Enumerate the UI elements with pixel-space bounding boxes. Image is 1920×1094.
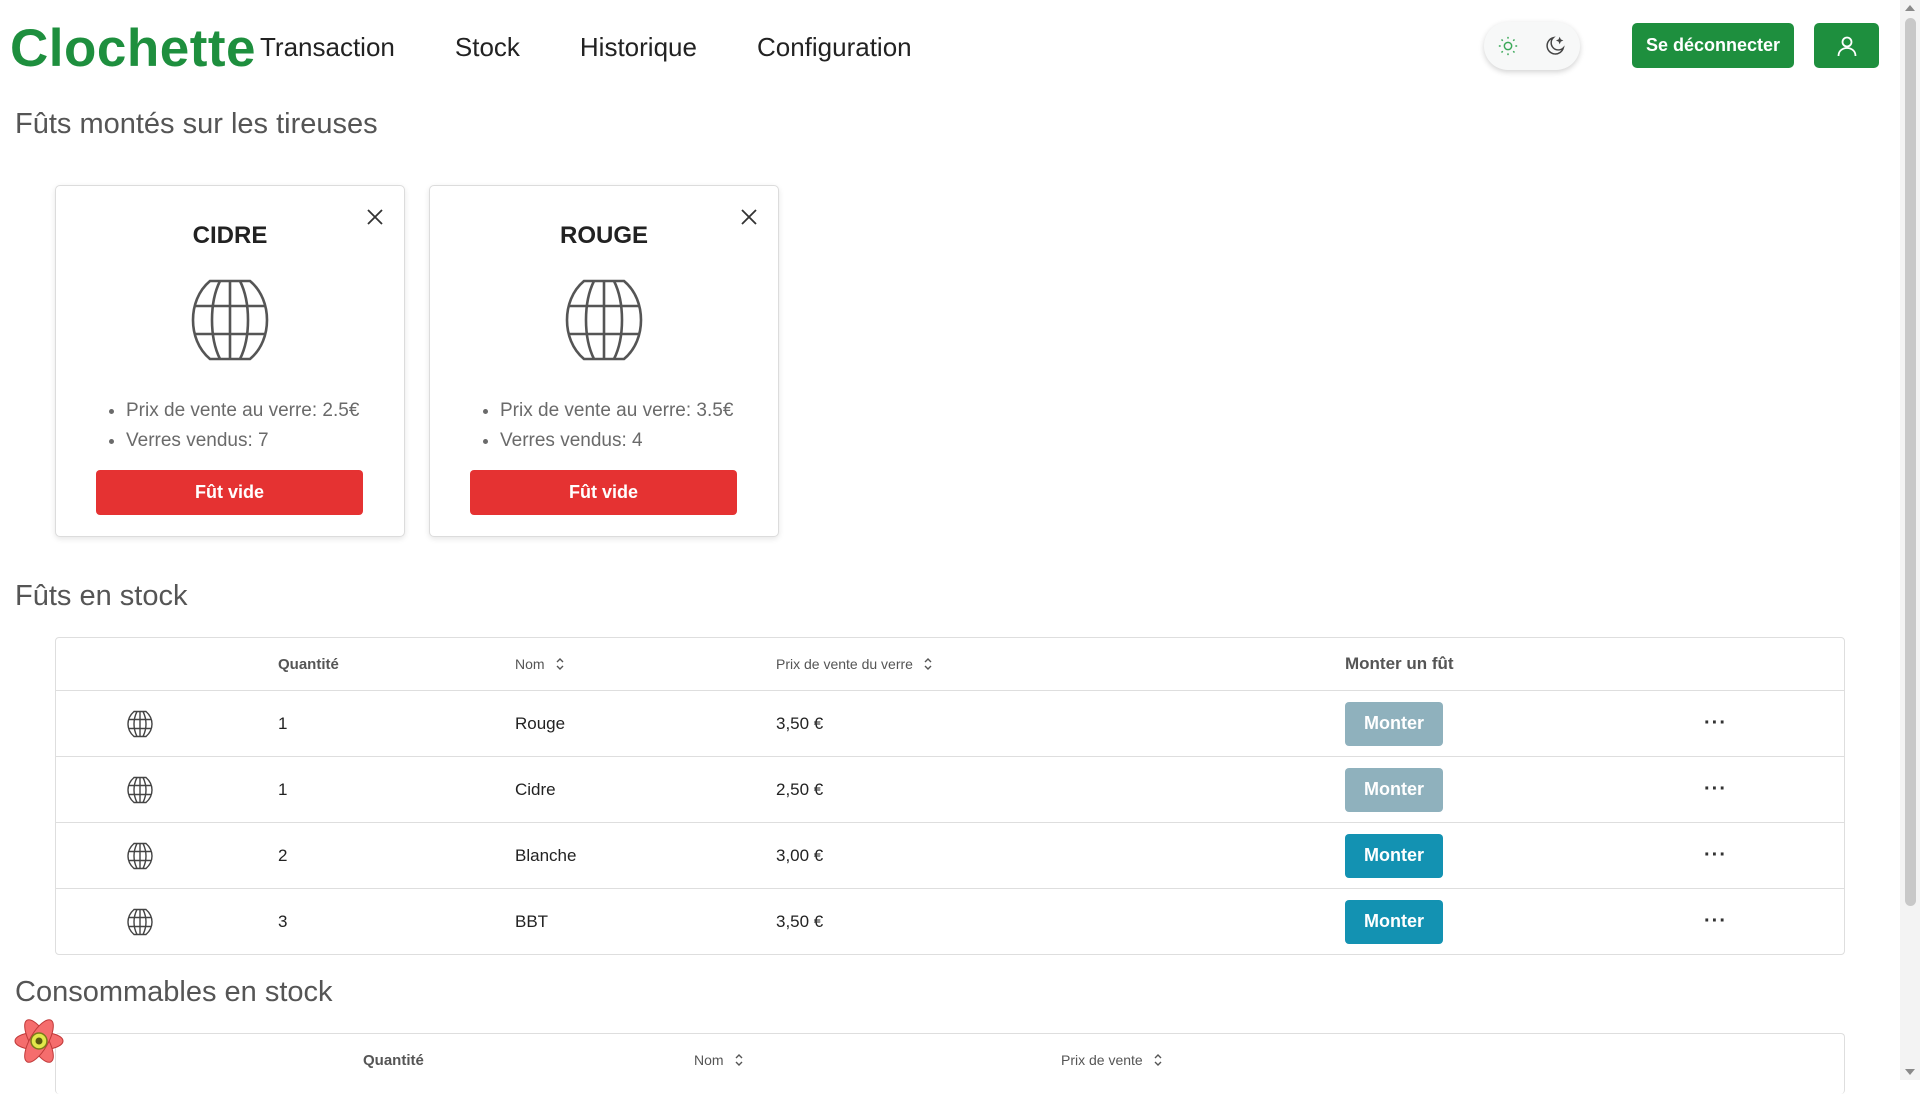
- logout-button[interactable]: Se déconnecter: [1632, 23, 1794, 68]
- scroll-thumb[interactable]: [1905, 18, 1916, 906]
- keg-card-details: Prix de vente au verre: 2.5€ Verres vend…: [84, 396, 359, 456]
- header-name-label: Nom: [515, 656, 545, 672]
- row-name: Rouge: [515, 713, 566, 733]
- keg-card-rouge: ROUGE Prix de vente au verre: 3.5€ Verre…: [429, 185, 779, 537]
- mounted-kegs-title: Fûts montés sur les tireuses: [15, 108, 378, 140]
- scroll-up-icon[interactable]: [1905, 5, 1915, 11]
- sort-icon[interactable]: [555, 656, 565, 672]
- row-quantity: 1: [278, 713, 288, 733]
- theme-toggle[interactable]: [1484, 22, 1580, 70]
- row-quantity: 2: [278, 845, 288, 865]
- header-name[interactable]: Nom: [694, 1034, 744, 1086]
- consumables-title: Consommables en stock: [15, 976, 333, 1008]
- header-mount: Monter un fût: [1345, 654, 1454, 673]
- top-bar: Clochette Transaction Stock Historique C…: [0, 0, 1898, 96]
- empty-keg-button[interactable]: Fût vide: [96, 470, 363, 515]
- keg-card-cidre: CIDRE Prix de vente au verre: 2.5€ Verre…: [55, 185, 405, 537]
- mount-button[interactable]: Monter: [1345, 833, 1443, 878]
- header-price-label: Prix de vente: [1061, 1052, 1143, 1068]
- mount-button[interactable]: Monter: [1345, 767, 1443, 812]
- sort-icon[interactable]: [923, 656, 933, 672]
- header-quantity: Quantité: [278, 655, 339, 673]
- nav-historique[interactable]: Historique: [580, 32, 697, 63]
- empty-keg-button[interactable]: Fût vide: [470, 470, 737, 515]
- header-price-label: Prix de vente du verre: [776, 656, 913, 672]
- keg-price: Prix de vente au verre: 2.5€: [126, 396, 359, 426]
- row-name: BBT: [515, 911, 549, 931]
- header-name[interactable]: Nom: [515, 638, 565, 690]
- header-price[interactable]: Prix de vente du verre: [776, 638, 933, 690]
- barrel-icon: [127, 776, 153, 803]
- keg-card-title: ROUGE: [559, 222, 648, 249]
- table-header: Quantité Nom Prix de vente du verre Mont…: [56, 638, 1844, 691]
- keg-sold: Verres vendus: 7: [126, 426, 359, 456]
- sort-icon[interactable]: [1153, 1052, 1163, 1068]
- mount-button[interactable]: Monter: [1345, 899, 1443, 944]
- more-icon[interactable]: ···: [1704, 844, 1727, 867]
- more-icon[interactable]: ···: [1704, 712, 1727, 735]
- keg-card-details: Prix de vente au verre: 3.5€ Verres vend…: [458, 396, 733, 456]
- react-devtools-icon[interactable]: [12, 1014, 66, 1068]
- table-row: 3 BBT 3,50 € Monter ···: [56, 889, 1844, 954]
- consumables-table: Quantité Nom Prix de vente: [55, 1033, 1845, 1094]
- row-name: Blanche: [515, 845, 577, 865]
- main-nav: Transaction Stock Historique Configurati…: [260, 32, 972, 63]
- user-button[interactable]: [1814, 23, 1879, 68]
- table-row: 1 Cidre 2,50 € Monter ···: [56, 757, 1844, 823]
- page-scrollbar[interactable]: [1900, 0, 1920, 1080]
- row-price: 3,50 €: [776, 911, 824, 931]
- header-price[interactable]: Prix de vente: [1061, 1034, 1163, 1086]
- more-icon[interactable]: ···: [1704, 910, 1727, 933]
- app-logo[interactable]: Clochette: [10, 18, 256, 79]
- user-icon: [1837, 36, 1856, 56]
- row-name: Cidre: [515, 779, 556, 799]
- more-icon[interactable]: ···: [1704, 778, 1727, 801]
- sun-icon[interactable]: [1497, 35, 1519, 57]
- keg-sold: Verres vendus: 4: [500, 426, 733, 456]
- row-price: 3,50 €: [776, 713, 824, 733]
- nav-stock[interactable]: Stock: [455, 32, 520, 63]
- nav-transaction[interactable]: Transaction: [260, 32, 395, 63]
- keg-card-title: CIDRE: [192, 222, 268, 249]
- moon-icon[interactable]: [1545, 35, 1567, 57]
- barrel-icon: [127, 908, 153, 935]
- stock-kegs-title: Fûts en stock: [15, 580, 188, 612]
- barrel-icon: [565, 279, 643, 361]
- scroll-down-icon[interactable]: [1905, 1069, 1915, 1075]
- row-price: 3,00 €: [776, 845, 824, 865]
- barrel-icon: [127, 710, 153, 737]
- keg-price: Prix de vente au verre: 3.5€: [500, 396, 733, 426]
- row-price: 2,50 €: [776, 779, 824, 799]
- header-name-label: Nom: [694, 1052, 724, 1068]
- row-quantity: 3: [278, 911, 288, 931]
- table-header: Quantité Nom Prix de vente: [56, 1034, 1844, 1086]
- mount-button[interactable]: Monter: [1345, 701, 1443, 746]
- barrel-icon: [127, 842, 153, 869]
- barrel-icon: [191, 279, 269, 361]
- row-quantity: 1: [278, 779, 288, 799]
- table-row: 2 Blanche 3,00 € Monter ···: [56, 823, 1844, 889]
- table-row: 1 Rouge 3,50 € Monter ···: [56, 691, 1844, 757]
- header-quantity: Quantité: [363, 1051, 424, 1069]
- sort-icon[interactable]: [734, 1052, 744, 1068]
- stock-kegs-table: Quantité Nom Prix de vente du verre Mont…: [55, 637, 1845, 955]
- nav-configuration[interactable]: Configuration: [757, 32, 912, 63]
